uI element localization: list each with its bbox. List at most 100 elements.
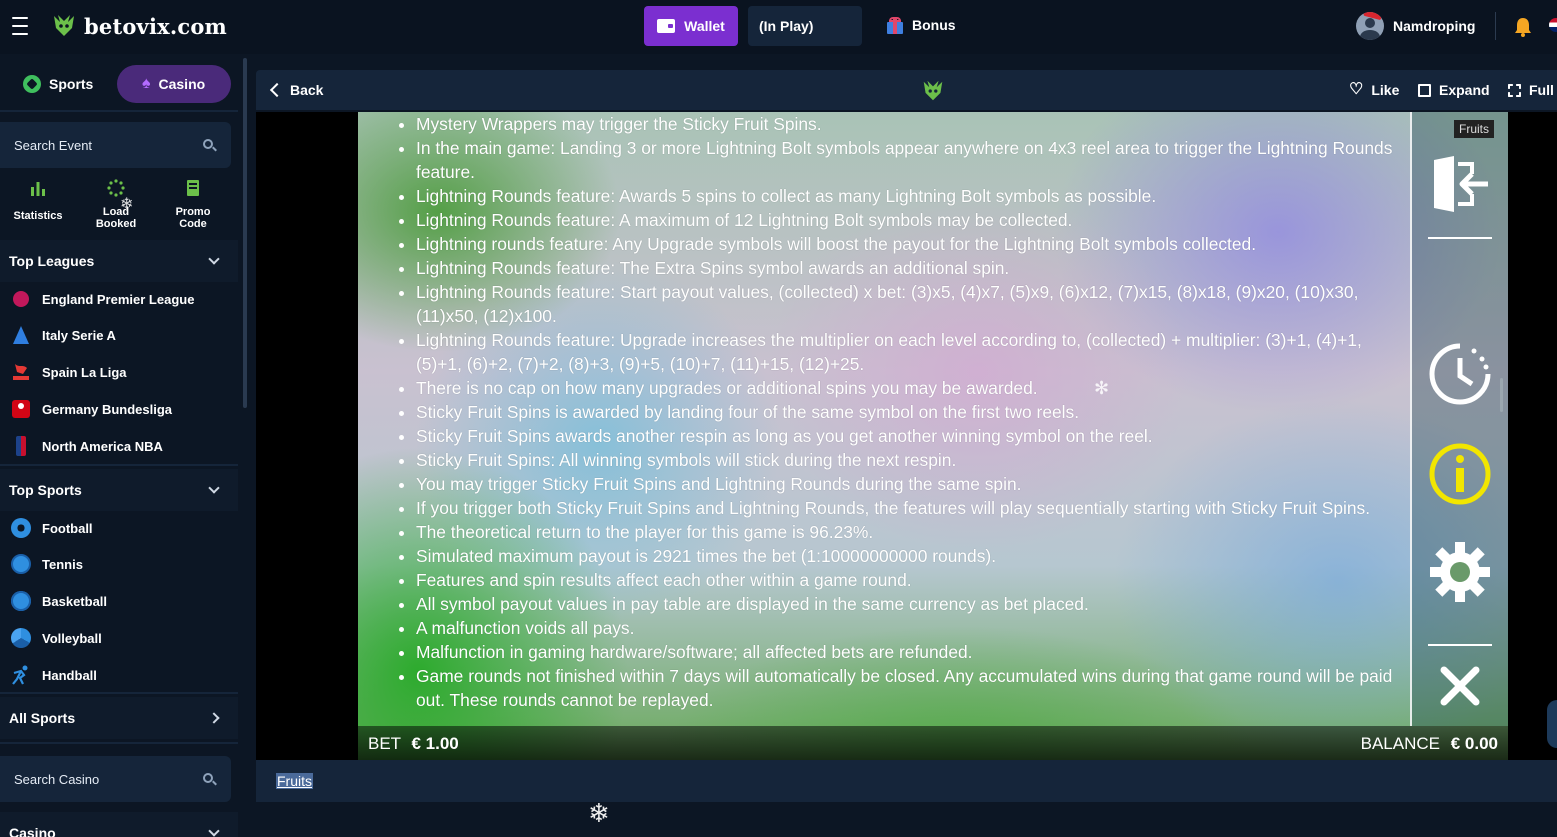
balance-display: BALANCE € 0.00 [1361,734,1498,754]
nba-icon [11,436,31,456]
rule-item: Lightning Rounds feature: The Extra Spin… [416,256,1396,280]
promo-code-button[interactable]: Promo Code [158,179,228,230]
rule-item: Sticky Fruit Spins: All winning symbols … [416,448,1396,472]
tennis-ball-icon [11,554,31,574]
promo-label-1: Promo [175,206,211,218]
sport-item-football[interactable]: Football [11,518,93,538]
game-frame: Mystery Wrappers may trigger the Sticky … [256,112,1557,760]
rule-item: Lightning Rounds feature: Awards 5 spins… [416,184,1396,208]
sidebar-scrollbar[interactable] [243,58,247,408]
league-item-la-liga[interactable]: Spain La Liga [11,362,127,382]
game-canvas[interactable]: Mystery Wrappers may trigger the Sticky … [358,112,1508,760]
bottom-strip [256,802,1557,837]
league-item-bundesliga[interactable]: Germany Bundesliga [11,399,172,419]
rule-item: Mystery Wrappers may trigger the Sticky … [416,112,1396,136]
game-title[interactable]: Fruits [276,773,313,789]
sport-item-tennis[interactable]: Tennis [11,554,83,574]
fullscreen-icon [1508,83,1521,97]
sport-label: Volleyball [42,630,102,646]
close-icon[interactable] [1428,654,1492,718]
bell-icon[interactable] [1514,17,1532,37]
tab-casino[interactable]: ♠ Casino [117,65,231,103]
league-label: Spain La Liga [42,364,127,380]
search-icon[interactable] [203,773,213,783]
sidebar-tabs: Sports ♠ Casino [9,65,231,103]
expand-button[interactable]: Expand [1418,82,1490,98]
spade-icon: ♠ [142,75,151,92]
sport-item-handball[interactable]: Handball [11,665,97,685]
rule-item: A malfunction voids all pays. [416,616,1396,640]
casino-title: Casino [9,825,56,837]
search-event-placeholder: Search Event [14,137,93,153]
sport-item-volleyball[interactable]: Volleyball [11,628,102,648]
divider [0,110,238,112]
menu-icon[interactable] [12,17,28,35]
league-item-epl[interactable]: England Premier League [11,289,194,309]
history-clock-icon[interactable] [1428,342,1492,406]
league-item-nba[interactable]: North America NBA [11,436,163,456]
back-button[interactable]: Back [269,82,323,98]
search-casino-placeholder: Search Casino [14,771,100,787]
bundesliga-icon [11,399,31,419]
all-sports-header[interactable]: All Sports [0,697,238,739]
site-logo[interactable]: betovix.com [50,12,227,40]
search-event-input[interactable]: Search Event [0,122,231,168]
sport-label: Basketball [42,593,108,609]
game-footer: Fruits [256,760,1557,802]
statistics-button[interactable]: Statistics [3,179,73,222]
user-menu[interactable]: Namdroping [1356,12,1475,40]
top-leagues-header[interactable]: Top Leagues [0,240,238,282]
rule-item: There is no cap on how many upgrades or … [416,376,1396,400]
wallet-button[interactable]: Wallet [644,6,738,46]
bet-bar: BET € 1.00 BALANCE € 0.00 [358,726,1508,760]
snowflake-icon: ✻ [1094,378,1110,398]
sport-item-basketball[interactable]: Basketball [11,591,107,611]
divider [0,692,238,694]
load-booked-button[interactable]: Load Booked [81,179,151,230]
snowflake-icon: ❄ [588,798,610,828]
panel-divider [1428,644,1492,646]
rule-item: Sticky Fruit Spins is awarded by landing… [416,400,1396,424]
in-play-button[interactable]: (In Play) [748,6,862,46]
expand-icon [1418,83,1431,97]
tab-sports[interactable]: Sports [9,65,117,103]
volleyball-icon [11,628,31,648]
league-label: Italy Serie A [42,327,116,343]
wallet-icon [657,19,676,33]
like-button[interactable]: ♡ Like [1349,82,1399,99]
avatar [1356,12,1384,40]
casino-header[interactable]: Casino [0,812,238,837]
fullscreen-button[interactable]: Full [1508,82,1554,98]
chevron-right-icon [208,712,220,724]
header-divider [1495,12,1496,40]
divider [0,742,238,744]
info-icon[interactable] [1428,442,1492,506]
league-label: England Premier League [42,291,195,307]
top-sports-header[interactable]: Top Sports [0,469,238,511]
rule-item: Lightning Rounds feature: A maximum of 1… [416,208,1396,232]
top-bar: betovix.com Wallet (In Play) Bonus Namdr… [0,0,1557,54]
basketball-icon [11,591,31,611]
chat-bubble[interactable] [1547,700,1557,748]
league-label: North America NBA [42,438,163,454]
bet-value: € 1.00 [411,734,459,753]
fullscreen-label: Full [1529,82,1554,98]
rule-item: You may trigger Sticky Fruit Spins and L… [416,472,1396,496]
handball-icon [11,665,31,685]
game-control-panel [1410,112,1508,726]
rule-item: All symbol payout values in pay table ar… [416,592,1396,616]
rule-item: In the main game: Landing 3 or more Ligh… [416,136,1396,184]
sidebar: Sports ♠ Casino Search Event Statistics … [0,54,240,837]
exit-icon[interactable] [1428,152,1492,216]
bar-chart-icon [31,182,45,196]
language-flag-icon[interactable] [1549,18,1557,32]
search-casino-input[interactable]: Search Casino [0,756,231,802]
rule-item: Lightning Rounds feature: Start payout v… [416,280,1396,328]
search-icon[interactable] [203,139,213,149]
bet-display[interactable]: BET € 1.00 [368,734,459,754]
in-play-label: (In Play) [759,18,814,34]
settings-gear-icon[interactable] [1428,540,1492,604]
load-booked-label-2: Booked [95,218,137,230]
bonus-button[interactable]: Bonus [886,16,956,34]
league-item-serie-a[interactable]: Italy Serie A [11,325,116,345]
